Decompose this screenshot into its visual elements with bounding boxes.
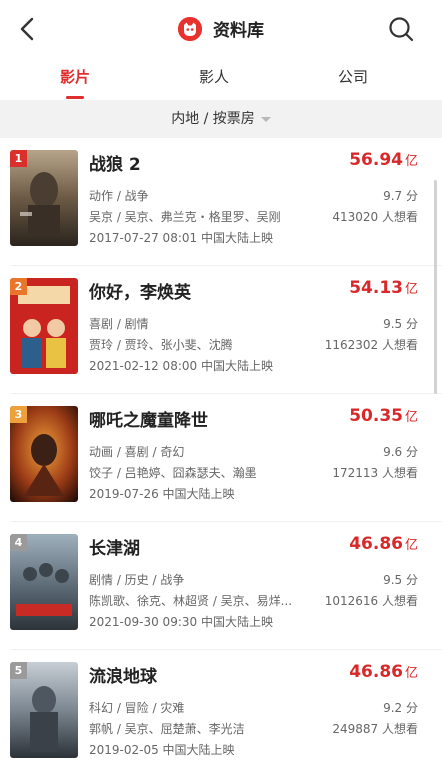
rank-badge: 4	[10, 534, 27, 551]
movie-genres: 科幻 / 冒险 / 灾难	[89, 701, 185, 715]
movie-genres: 剧情 / 历史 / 战争	[89, 573, 185, 587]
movie-title: 长津湖	[89, 539, 140, 559]
movie-genres: 动画 / 喜剧 / 奇幻	[89, 445, 185, 459]
movie-item[interactable]: 1 战狼 2 56.94 亿 动作 / 战争 9.7 分 吴京 / 吴京、弗兰克・…	[0, 138, 442, 266]
movie-cast: 吴京 / 吴京、弗兰克・格里罗、吴刚	[89, 210, 281, 224]
movie-title: 你好，李焕英	[89, 283, 191, 303]
want-to-see-count: 172113 人想看	[332, 466, 418, 480]
movie-score: 9.6 分	[383, 445, 418, 459]
release-info: 2017-07-27 08:01 中国大陆上映	[89, 231, 273, 245]
search-icon	[389, 17, 414, 42]
box-office: 46.86 亿	[349, 534, 418, 554]
active-tab-indicator	[66, 96, 84, 99]
rank-badge: 1	[10, 150, 27, 167]
movie-poster: 3	[10, 406, 78, 502]
movie-cast: 饺子 / 吕艳婷、囧森瑟夫、瀚墨	[89, 466, 257, 480]
movie-genres: 喜剧 / 剧情	[89, 317, 149, 331]
page-title: 资料库	[213, 21, 265, 41]
rank-badge: 2	[10, 278, 27, 295]
tab-people[interactable]: 影人	[154, 66, 274, 87]
box-office-unit: 亿	[404, 282, 418, 297]
movie-score: 9.5 分	[383, 573, 418, 587]
box-office-value: 46.86	[349, 662, 403, 682]
movie-item[interactable]: 4 长津湖 46.86 亿 剧情 / 历史 / 战争 9.5 分 陈凯歌、徐克、林…	[0, 522, 442, 650]
movie-genres: 动作 / 战争	[89, 189, 149, 203]
release-info: 2021-02-12 08:00 中国大陆上映	[89, 359, 273, 373]
box-office-value: 54.13	[349, 278, 403, 298]
movie-poster: 5	[10, 662, 78, 758]
caret-down-icon	[260, 116, 271, 122]
box-office: 50.35 亿	[349, 406, 418, 426]
rank-badge: 5	[10, 662, 27, 679]
movie-cast: 贾玲 / 贾玲、张小斐、沈腾	[89, 338, 233, 352]
tab-companies[interactable]: 公司	[293, 66, 413, 87]
movie-list: 1 战狼 2 56.94 亿 动作 / 战争 9.7 分 吴京 / 吴京、弗兰克・…	[0, 138, 442, 771]
release-info: 2019-02-05 中国大陆上映	[89, 743, 235, 757]
release-info: 2021-09-30 09:30 中国大陆上映	[89, 615, 273, 629]
box-office: 56.94 亿	[349, 150, 418, 170]
top-bar: 资料库	[0, 0, 442, 58]
rank-badge: 3	[10, 406, 27, 423]
movie-score: 9.7 分	[383, 189, 418, 203]
box-office-unit: 亿	[404, 538, 418, 553]
movie-cast: 郭帆 / 吴京、屈楚萧、李光洁	[89, 722, 245, 736]
search-button[interactable]	[388, 16, 414, 42]
want-to-see-count: 1162302 人想看	[324, 338, 418, 352]
release-info: 2019-07-26 中国大陆上映	[89, 487, 235, 501]
movie-poster: 1	[10, 150, 78, 246]
box-office-unit: 亿	[404, 666, 418, 681]
scrollbar[interactable]	[434, 180, 437, 394]
maoyan-logo-icon	[177, 16, 202, 41]
box-office: 46.86 亿	[349, 662, 418, 682]
movie-title: 流浪地球	[89, 667, 157, 687]
movie-item[interactable]: 3 哪吒之魔童降世 50.35 亿 动画 / 喜剧 / 奇幻 9.6 分 饺子 /…	[0, 394, 442, 522]
header-title-group: 资料库	[0, 16, 442, 44]
movie-cast: 陈凯歌、徐克、林超贤 / 吴京、易烊...	[89, 594, 293, 608]
category-tabs: 影片 影人 公司	[0, 58, 442, 100]
movie-title: 哪吒之魔童降世	[89, 411, 208, 431]
movie-poster: 2	[10, 278, 78, 374]
box-office-unit: 亿	[404, 410, 418, 425]
box-office-unit: 亿	[404, 154, 418, 169]
movie-title: 战狼 2	[89, 155, 141, 175]
movie-poster: 4	[10, 534, 78, 630]
box-office-value: 46.86	[349, 534, 403, 554]
want-to-see-count: 249887 人想看	[332, 722, 418, 736]
box-office: 54.13 亿	[349, 278, 418, 298]
want-to-see-count: 1012616 人想看	[324, 594, 418, 608]
movie-score: 9.2 分	[383, 701, 418, 715]
filter-label: 内地 / 按票房	[171, 111, 255, 127]
box-office-value: 50.35	[349, 406, 403, 426]
region-sort-filter[interactable]: 内地 / 按票房	[0, 100, 442, 138]
movie-item[interactable]: 5 流浪地球 46.86 亿 科幻 / 冒险 / 灾难 9.2 分 郭帆 / 吴京…	[0, 650, 442, 771]
movie-item[interactable]: 2 你好，李焕英 54.13 亿 喜剧 / 剧情 9.5 分 贾玲 / 贾玲、张小…	[0, 266, 442, 394]
box-office-value: 56.94	[349, 150, 403, 170]
movie-score: 9.5 分	[383, 317, 418, 331]
tab-films[interactable]: 影片	[15, 66, 135, 87]
want-to-see-count: 413020 人想看	[332, 210, 418, 224]
